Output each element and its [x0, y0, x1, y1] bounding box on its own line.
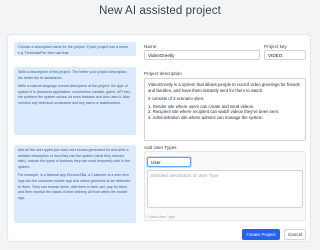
user-type-description-placeholder: Detailed description of User Type [151, 173, 219, 178]
project-key-input[interactable]: VIDEO [264, 50, 306, 60]
user-type-name-value: User [151, 160, 161, 165]
description-help-text-1: Write a description of this project. The… [18, 70, 128, 80]
project-key-label: Project key [264, 44, 287, 49]
user-types-label: Add User Types [144, 145, 177, 150]
cancel-button[interactable]: Cancel [284, 229, 306, 240]
add-user-type-link[interactable]: + New User Type [146, 215, 175, 219]
user-types-help-text-2: For example, in a fictional app EnrouteZ… [18, 173, 131, 200]
description-item: 3. Administration site where admins can … [148, 114, 264, 120]
create-project-button[interactable]: Create Project [242, 229, 280, 240]
project-form-card: Choose a descriptive name for the projec… [7, 34, 311, 242]
description-textarea[interactable]: VideoGreetly is a system that allows peo… [144, 78, 306, 141]
name-help-panel: Choose a descriptive name for the projec… [14, 42, 136, 56]
name-label: Name [144, 44, 157, 49]
description-scenarios-intro: It consists of 3 scenario sites: [148, 95, 205, 101]
description-label: Project description [144, 71, 182, 76]
description-intro: VideoGreetly is a system that allows peo… [148, 82, 300, 93]
name-input-value: VideoGreetly [148, 53, 175, 58]
description-help-text-2: Write a natural language overall descrip… [18, 84, 131, 105]
name-help-text: Choose a descriptive name for the projec… [18, 45, 129, 55]
user-type-description-input[interactable]: Detailed description of User Type [147, 170, 303, 208]
project-key-input-value: VIDEO [268, 53, 283, 58]
user-type-name-input[interactable]: User [147, 157, 191, 167]
page-title: New AI assisted project [99, 5, 221, 17]
user-types-help-panel: Add all the user types you want user sto… [14, 145, 136, 223]
description-help-panel: Write a description of this project. The… [14, 67, 136, 135]
name-input[interactable]: VideoGreetly [144, 50, 260, 60]
user-types-help-text-1: Add all the user types you want user sto… [18, 148, 131, 169]
